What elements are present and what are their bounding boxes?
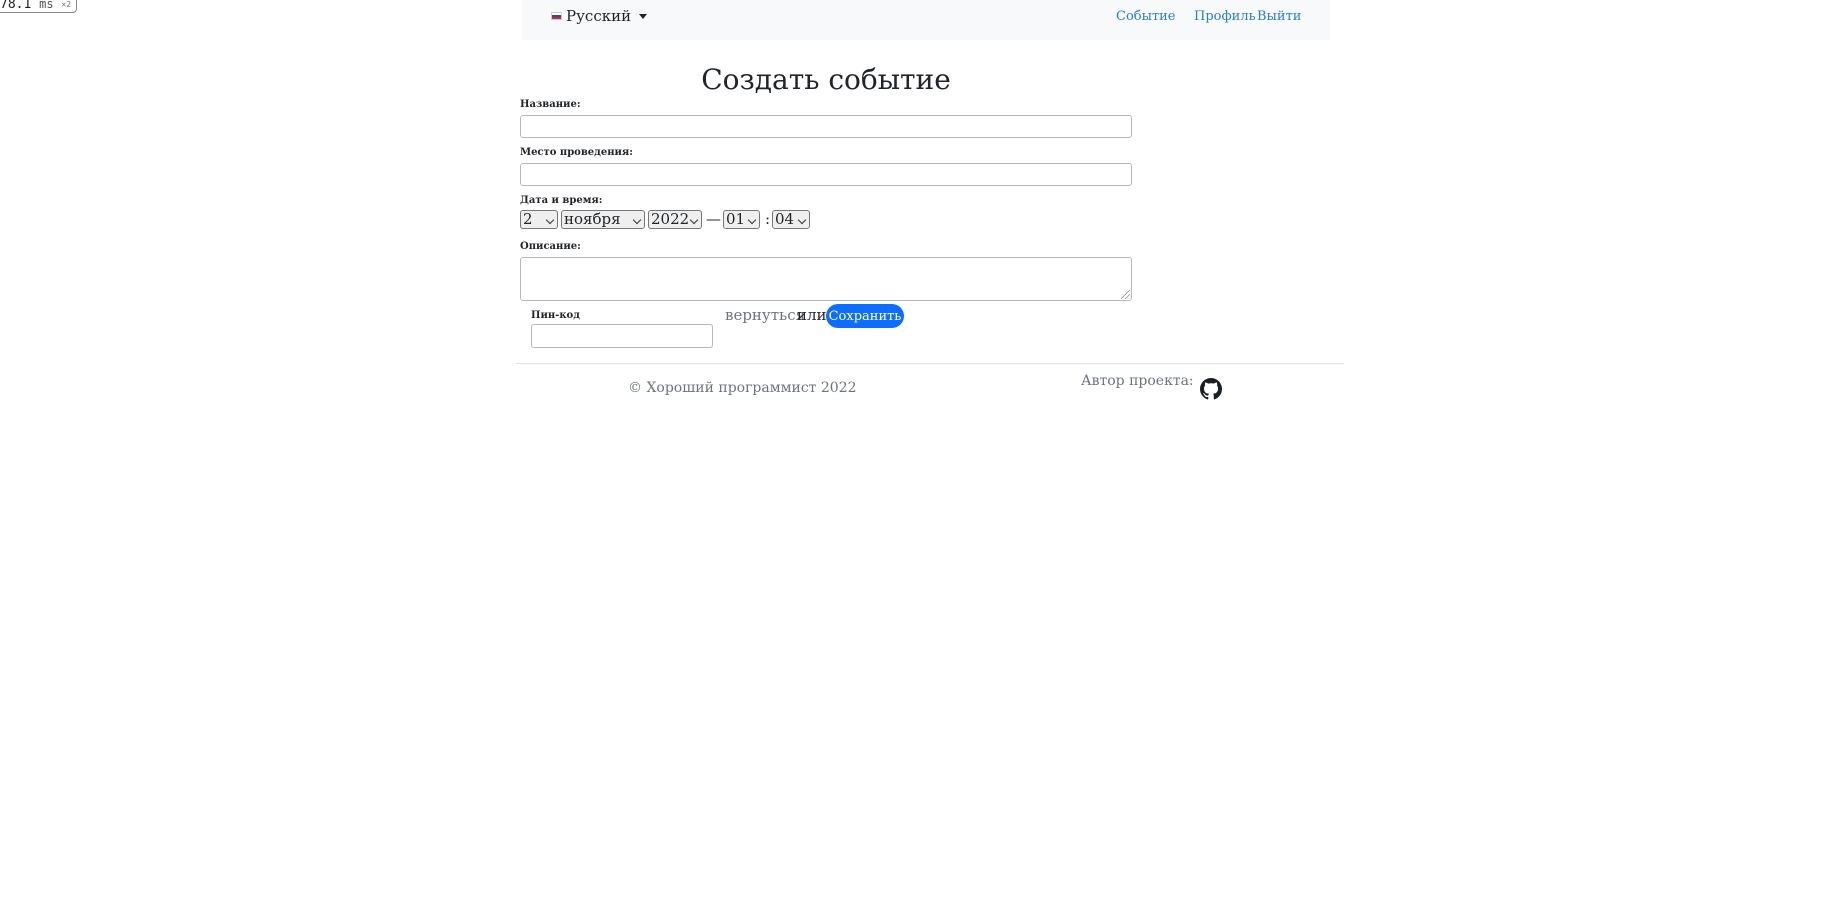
month-select[interactable]: ноября [561,210,645,229]
minute-value: 04 [775,210,795,228]
pin-input[interactable] [531,324,713,348]
chevron-down-icon [747,215,757,225]
month-value: ноября [564,210,621,228]
top-navbar: Русский Событие Профиль Выйти [522,0,1330,40]
chevron-down-icon [632,215,642,225]
year-select[interactable]: 2022 [648,210,702,229]
pin-label: Пин-код [531,310,580,321]
day-select[interactable]: 2 [520,210,558,229]
hour-select[interactable]: 01 [723,210,760,229]
language-label: Русский [566,7,632,25]
github-icon[interactable] [1200,378,1222,400]
nav-link-event[interactable]: Событие [1116,9,1176,24]
back-link[interactable]: вернуться [725,306,805,324]
performance-value: 78.1 [0,0,32,12]
name-input[interactable] [520,115,1132,138]
nav-link-profile[interactable]: Профиль [1194,9,1256,24]
time-colon: : [765,210,771,228]
day-value: 2 [523,210,533,228]
chevron-down-icon [545,215,555,225]
nav-link-logout[interactable]: Выйти [1257,9,1301,24]
venue-label: Место проведения: [520,147,634,158]
datetime-label: Дата и время: [520,195,603,206]
copyright-text: © Хороший программист 2022 [628,380,857,396]
russia-flag-icon [551,12,562,20]
resize-grip-icon[interactable] [1121,290,1130,299]
or-text: или [797,306,827,324]
name-label: Название: [520,99,581,110]
venue-input[interactable] [520,163,1132,186]
minute-select[interactable]: 04 [772,210,810,229]
performance-multiplier: ×2 [61,0,72,9]
performance-badge: 78.1 ms ×2 [0,0,78,13]
description-label: Описание: [520,241,581,252]
author-label: Автор проекта: [1081,373,1194,389]
caret-down-icon [639,13,648,19]
footer-divider [516,363,1344,364]
chevron-down-icon [689,215,699,225]
hour-value: 01 [726,210,746,228]
performance-unit: ms [39,0,54,11]
description-textarea[interactable] [520,257,1132,301]
page-title: Создать событие [701,63,951,96]
chevron-down-icon [797,215,807,225]
year-value: 2022 [651,210,690,228]
date-time-dash: — [706,210,721,228]
save-button[interactable]: Сохранить [826,304,904,328]
language-dropdown[interactable]: Русский [551,7,648,25]
